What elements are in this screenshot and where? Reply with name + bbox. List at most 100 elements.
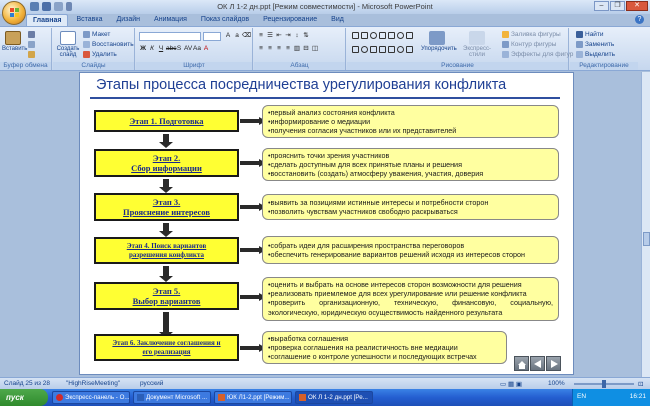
- stage-1-description[interactable]: •первый анализ состояния конфликта •инфо…: [262, 105, 559, 138]
- stage-5-box[interactable]: Этап 5. Выбор вариантов: [94, 282, 239, 310]
- slide-canvas[interactable]: Этапы процесса посредничества урегулиров…: [79, 72, 574, 375]
- columns-icon[interactable]: ▥: [293, 45, 301, 53]
- stage-6-box[interactable]: Этап 6. Заключение соглашения и его реал…: [94, 334, 239, 361]
- shape-icon[interactable]: [388, 45, 395, 53]
- view-buttons[interactable]: ▭ ▦ ▣: [500, 380, 522, 388]
- font-size-select[interactable]: [203, 32, 221, 41]
- find-button[interactable]: Найти: [576, 31, 604, 38]
- minimize-button[interactable]: –: [594, 1, 609, 11]
- grow-font-icon[interactable]: A: [224, 32, 232, 40]
- decrease-indent-icon[interactable]: ⇤: [275, 32, 283, 40]
- tab-view[interactable]: Вид: [325, 14, 350, 26]
- copy-button[interactable]: [28, 41, 35, 48]
- reset-button[interactable]: Восстановить: [83, 41, 134, 48]
- shrink-font-icon[interactable]: a: [233, 32, 241, 40]
- align-left-icon[interactable]: ≡: [257, 45, 265, 53]
- clear-format-icon[interactable]: ⌫: [242, 32, 251, 40]
- fit-slide-icon[interactable]: ⊡: [638, 380, 643, 388]
- shapes-gallery[interactable]: [352, 32, 413, 58]
- zoom-level[interactable]: 100%: [548, 380, 565, 387]
- smartart-icon[interactable]: ◫: [311, 45, 319, 53]
- shape-icon[interactable]: [397, 32, 404, 39]
- shape-icon[interactable]: [361, 45, 368, 53]
- stage-4-box[interactable]: Этап 4. Поиск вариантов разрешения конфл…: [94, 237, 239, 264]
- shape-icon[interactable]: [361, 32, 368, 39]
- format-painter-button[interactable]: [28, 51, 35, 58]
- tab-insert[interactable]: Вставка: [70, 14, 108, 26]
- case-icon[interactable]: Aa: [193, 45, 201, 53]
- shape-icon[interactable]: [370, 32, 377, 39]
- quick-styles-button[interactable]: Экспресс-стили: [457, 31, 497, 58]
- taskbar-item[interactable]: Документ Microsoft ...: [133, 391, 211, 404]
- italic-icon[interactable]: К: [148, 45, 156, 53]
- align-center-icon[interactable]: ≡: [266, 45, 274, 53]
- help-icon[interactable]: ?: [635, 15, 644, 24]
- replace-button[interactable]: Заменить: [576, 41, 614, 48]
- stage-6-description[interactable]: •выработка соглашения •проверка соглашен…: [262, 331, 507, 364]
- tab-review[interactable]: Рецензирование: [257, 14, 323, 26]
- vertical-scrollbar[interactable]: [641, 72, 650, 377]
- justify-icon[interactable]: ≡: [284, 45, 292, 53]
- zoom-knob[interactable]: [602, 380, 606, 388]
- shadow-icon[interactable]: S: [175, 45, 183, 53]
- stage-3-description[interactable]: •выявить за позициями истинные интересы …: [262, 194, 559, 220]
- stage-5-description[interactable]: •оценить и выбрать на основе интересов с…: [262, 277, 559, 321]
- language-indicator[interactable]: русский: [140, 380, 163, 387]
- shape-icon[interactable]: [352, 45, 359, 53]
- home-icon[interactable]: [514, 356, 529, 371]
- new-slide-button[interactable]: Создать слайд: [55, 31, 81, 58]
- font-color-icon[interactable]: A: [202, 45, 210, 53]
- office-button[interactable]: [2, 1, 26, 25]
- shape-icon[interactable]: [397, 45, 404, 53]
- line-spacing-icon[interactable]: ↕: [293, 32, 301, 40]
- bullets-icon[interactable]: ≡: [257, 32, 265, 40]
- tab-design[interactable]: Дизайн: [111, 14, 147, 26]
- text-direction-icon[interactable]: ⇅: [302, 32, 310, 40]
- start-button[interactable]: пуск: [0, 389, 48, 406]
- layout-button[interactable]: Макет: [83, 31, 110, 38]
- close-button[interactable]: ✕: [626, 1, 648, 11]
- select-button[interactable]: Выделить: [576, 51, 615, 58]
- slide-title[interactable]: Этапы процесса посредничества урегулиров…: [96, 77, 506, 93]
- shape-outline-button[interactable]: Контур фигуры: [502, 41, 556, 48]
- stage-3-box[interactable]: Этап 3. Прояснение интересов: [94, 193, 239, 221]
- spacing-icon[interactable]: AV: [184, 45, 192, 53]
- paste-button[interactable]: Вставить: [2, 31, 27, 52]
- shape-icon[interactable]: [388, 32, 395, 39]
- bold-icon[interactable]: Ж: [139, 45, 147, 53]
- font-family-select[interactable]: [139, 32, 201, 41]
- shape-icon[interactable]: [379, 45, 386, 53]
- tab-animation[interactable]: Анимация: [148, 14, 193, 26]
- scrollbar-thumb[interactable]: [643, 232, 650, 246]
- stage-4-description[interactable]: •собрать идеи для расширения пространств…: [262, 236, 559, 264]
- arrange-button[interactable]: Упорядочить: [421, 31, 457, 52]
- stage-2-description[interactable]: •прояснить точки зрения участников •сдел…: [262, 148, 559, 181]
- restore-button[interactable]: ❐: [610, 1, 625, 11]
- stage-2-box[interactable]: Этап 2. Сбор информации: [94, 149, 239, 177]
- shape-icon[interactable]: [406, 32, 413, 39]
- delete-slide-button[interactable]: Удалить: [83, 51, 117, 58]
- align-right-icon[interactable]: ≡: [275, 45, 283, 53]
- zoom-slider[interactable]: [574, 380, 634, 388]
- next-icon[interactable]: [546, 356, 561, 371]
- taskbar-item[interactable]: Экспресс-панель - О...: [52, 391, 130, 404]
- taskbar-item[interactable]: ЮК Л1-2.ppt [Режим...: [214, 391, 292, 404]
- strikethrough-icon[interactable]: abc: [166, 45, 176, 53]
- tab-slideshow[interactable]: Показ слайдов: [195, 14, 255, 26]
- taskbar-item-active[interactable]: ОК Л 1-2 дн.ppt [Ре...: [295, 391, 373, 404]
- previous-icon[interactable]: [530, 356, 545, 371]
- shape-icon[interactable]: [379, 32, 386, 39]
- align-text-icon[interactable]: ⊟: [302, 45, 310, 53]
- shape-icon[interactable]: [370, 45, 377, 53]
- shape-icon[interactable]: [406, 45, 413, 53]
- tab-home[interactable]: Главная: [26, 14, 69, 26]
- numbering-icon[interactable]: ☰: [266, 32, 274, 40]
- cut-button[interactable]: [28, 31, 35, 38]
- underline-icon[interactable]: Ч: [157, 45, 165, 53]
- shape-fill-button[interactable]: Заливка фигуры: [502, 31, 561, 38]
- shape-icon[interactable]: [352, 32, 359, 39]
- increase-indent-icon[interactable]: ⇥: [284, 32, 292, 40]
- language-switch[interactable]: EN: [577, 393, 586, 400]
- shape-effects-button[interactable]: Эффекты для фигур: [502, 51, 573, 58]
- stage-1-box[interactable]: Этап 1. Подготовка: [94, 110, 239, 132]
